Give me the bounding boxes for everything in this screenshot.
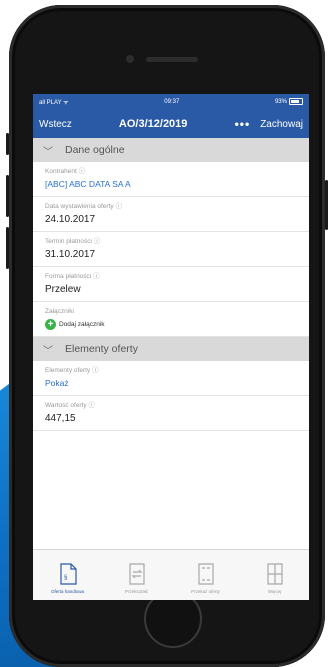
tab-label: Więcej (267, 589, 282, 594)
more-options-button[interactable]: ••• (235, 117, 251, 131)
field-label: Data wystawienia oferty ⓘ (45, 203, 122, 210)
tab-transform[interactable]: Przekształć (102, 550, 171, 600)
carrier-signal: all PLAY ᯤ (39, 100, 69, 106)
section-general-header[interactable]: ﹀ Dane ogólne (33, 138, 309, 162)
power-button (325, 180, 328, 230)
field-label: Termin płatności ⓘ (45, 238, 101, 245)
volume-down-button (6, 227, 9, 269)
tab-more[interactable]: Więcej (240, 550, 309, 600)
tab-label: Przekształć (124, 589, 148, 594)
field-contractor[interactable]: Kontrahent ⓘ [ABC] ABC DATA SA A (33, 162, 309, 197)
section-items-header[interactable]: ﹀ Elementy oferty (33, 337, 309, 361)
volume-up-button (6, 175, 9, 217)
app-header: all PLAY ᯤ 09:37 93% Wstecz AO/3/12/2019… (33, 94, 309, 138)
app-screen: all PLAY ᯤ 09:37 93% Wstecz AO/3/12/2019… (33, 94, 309, 600)
field-label: Forma płatności ⓘ (45, 273, 100, 280)
battery-status: 93% (274, 98, 303, 106)
section-items-title: Elementy oferty (65, 343, 138, 355)
tab-offer[interactable]: § Oferta handlowa (33, 550, 102, 600)
status-bar: all PLAY ᯤ 09:37 93% (33, 94, 309, 110)
field-label: Kontrahent ⓘ (45, 168, 86, 175)
field-attachments: Załączniki + Dodaj załącznik (33, 302, 309, 337)
field-label: Wartość oferty ⓘ (45, 402, 95, 409)
field-value: 447,15 (45, 413, 76, 424)
save-button[interactable]: Zachowaj (260, 119, 303, 130)
chevron-down-icon: ﹀ (43, 146, 53, 158)
contractor-link[interactable]: [ABC] ABC DATA SA A (45, 177, 299, 192)
document-icon: § (59, 563, 77, 585)
earpiece-speaker (146, 57, 198, 62)
field-value: 31.10.2017 (45, 249, 96, 260)
back-button[interactable]: Wstecz (39, 119, 72, 130)
tab-label: Oferta handlowa (50, 589, 85, 594)
navigation-bar: Wstecz AO/3/12/2019 ••• Zachowaj (33, 110, 309, 138)
field-label: Załączniki (45, 308, 74, 315)
field-label: Elementy oferty ⓘ (45, 367, 99, 374)
front-camera (126, 55, 134, 63)
battery-icon (288, 98, 303, 106)
field-issue-date[interactable]: Data wystawienia oferty ⓘ 24.10.2017 (33, 197, 309, 232)
mute-switch (6, 133, 9, 155)
field-value: Przelew (45, 284, 81, 295)
tab-bar: § Oferta handlowa Przekształć Przekaż of… (33, 549, 309, 600)
show-items-link[interactable]: Pokaż (45, 376, 299, 391)
tab-forward[interactable]: Przekaż oferty (171, 550, 240, 600)
add-attachment-label: Dodaj załącznik (59, 321, 105, 328)
field-value: 24.10.2017 (45, 214, 96, 225)
plus-icon: + (45, 319, 56, 330)
chevron-down-icon: ﹀ (43, 345, 53, 357)
transform-icon (128, 563, 145, 585)
svg-text:§: § (64, 575, 67, 581)
field-payment-method[interactable]: Forma płatności ⓘ Przelew (33, 267, 309, 302)
section-general-title: Dane ogólne (65, 144, 125, 156)
field-offer-items[interactable]: Elementy oferty ⓘ Pokaż (33, 361, 309, 396)
field-payment-due[interactable]: Termin płatności ⓘ 31.10.2017 (33, 232, 309, 267)
add-attachment-button[interactable]: + Dodaj załącznik (45, 317, 299, 332)
tab-label: Przekaż oferty (191, 589, 220, 594)
more-icon (266, 563, 283, 585)
page-title: AO/3/12/2019 (118, 118, 188, 130)
field-offer-value: Wartość oferty ⓘ 447,15 (33, 396, 309, 431)
forward-icon (197, 563, 214, 585)
battery-percent: 93% (274, 99, 287, 106)
status-time: 09:37 (164, 99, 180, 105)
